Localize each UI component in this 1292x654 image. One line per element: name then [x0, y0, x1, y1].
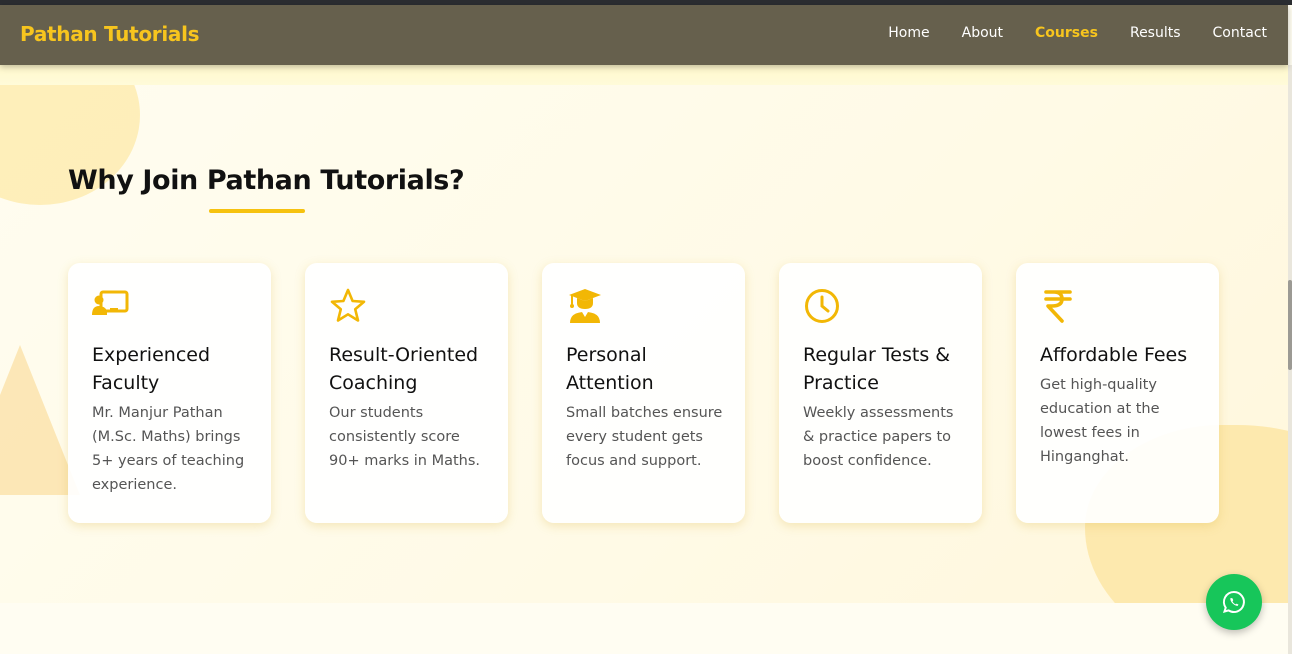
- card-text: Get high-quality education at the lowest…: [1040, 377, 1160, 465]
- card-title: Experienced Faculty: [92, 344, 211, 394]
- section-title: Why Join Pathan Tutorials?: [68, 165, 465, 196]
- card-title: Affordable Fees: [1040, 344, 1188, 366]
- feature-card: Affordable Fees Get high-quality educati…: [1016, 263, 1219, 523]
- card-text: Our students consistently score 90+ mark…: [329, 405, 481, 469]
- feature-card: Experienced Faculty Mr. Manjur Pathan (M…: [68, 263, 271, 523]
- card-title: Personal Attention: [566, 344, 654, 394]
- feature-card: Personal Attention Small batches ensure …: [542, 263, 745, 523]
- hero-bottom-strip: [0, 65, 1288, 85]
- next-section: [0, 603, 1288, 654]
- nav-courses[interactable]: Courses: [1035, 25, 1098, 41]
- card-title: Result-Oriented Coaching: [329, 344, 479, 394]
- nav-contact[interactable]: Contact: [1213, 25, 1267, 41]
- why-join-section: Why Join Pathan Tutorials? Experienced F…: [0, 85, 1288, 603]
- card-text: Weekly assessments & practice papers to …: [803, 405, 954, 469]
- teacher-board-icon: [92, 287, 130, 325]
- scrollbar-thumb[interactable]: [1288, 280, 1292, 370]
- card-text: Mr. Manjur Pathan (M.Sc. Maths) brings 5…: [92, 405, 245, 493]
- nav-links: Home About Courses Results Contact: [856, 25, 1267, 41]
- title-underline: [209, 209, 305, 213]
- whatsapp-button[interactable]: [1206, 574, 1262, 630]
- graduate-icon: [566, 287, 604, 325]
- nav-about[interactable]: About: [962, 25, 1003, 41]
- card-title: Regular Tests & Practice: [803, 344, 951, 394]
- nav-home[interactable]: Home: [888, 25, 929, 41]
- feature-card: Result-Oriented Coaching Our students co…: [305, 263, 508, 523]
- navbar: Pathan Tutorials Home About Courses Resu…: [0, 5, 1288, 65]
- clock-icon: [803, 287, 841, 325]
- rupee-icon: [1040, 287, 1078, 325]
- card-text: Small batches ensure every student gets …: [566, 405, 723, 469]
- nav-results[interactable]: Results: [1130, 25, 1181, 41]
- feature-card: Regular Tests & Practice Weekly assessme…: [779, 263, 982, 523]
- whatsapp-icon: [1222, 590, 1245, 613]
- brand-logo[interactable]: Pathan Tutorials: [20, 22, 200, 46]
- star-icon: [329, 287, 367, 325]
